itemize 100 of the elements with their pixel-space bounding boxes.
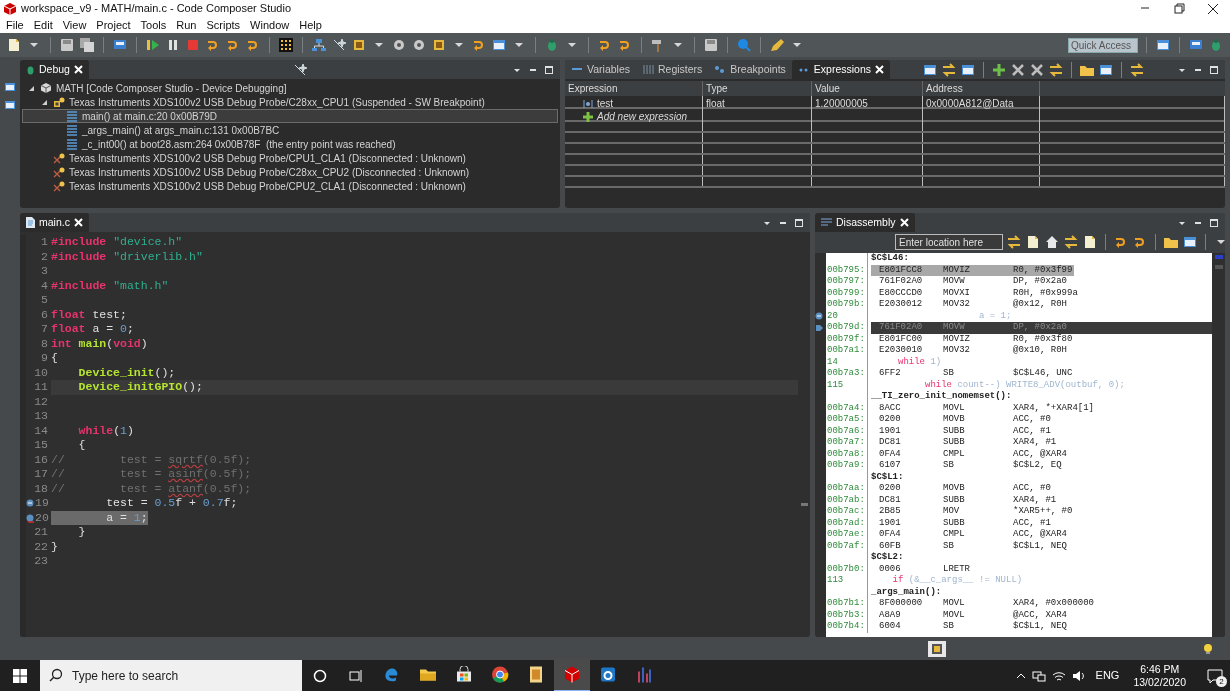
line-number: 17	[34, 467, 48, 482]
quick-access-field[interactable]: Quick Access	[1068, 37, 1138, 53]
line-number: 18	[34, 481, 48, 496]
code-line: #include "driverlib.h"	[51, 249, 203, 264]
clock-time[interactable]: 6:46 PM	[1140, 662, 1180, 676]
instruction-row[interactable]: E2030012 MOV32 @0x12, R0H	[871, 299, 1069, 311]
tab[interactable]: Debug	[20, 60, 89, 79]
tree-row[interactable]: Texas Instruments XDS100v2 USB Debug Probe/CPU2_CLA1 (Disconnected : Unknown)	[22, 179, 558, 193]
instruction-row[interactable]: 0200 MOVB ACC, #0	[871, 483, 1053, 495]
line-number: 14	[827, 356, 838, 367]
instruction-row[interactable]: E80CCCD0 MOVXI R0H, #0x999a	[871, 287, 1080, 299]
address-text: 00b7a6:	[827, 425, 865, 436]
address-text: 00b7a8:	[827, 448, 865, 459]
menu-item[interactable]: Tools	[140, 19, 167, 31]
instruction-row[interactable]: 8ACC MOVL XAR4, *+XAR4[1]	[871, 402, 1096, 414]
tree-row[interactable]: main() at main.c:20 0x00B79D	[22, 109, 558, 123]
line-number: 14	[34, 423, 48, 438]
instruction-row[interactable]: 6004 SB $C$L1, NEQ	[871, 621, 1069, 633]
menu-item[interactable]: Help	[299, 19, 322, 31]
column-header[interactable]: Address	[923, 81, 1040, 96]
menu-item[interactable]: View	[62, 19, 87, 31]
line-number: 5	[41, 293, 48, 308]
address-text: 00b797:	[827, 276, 865, 286]
instruction-row[interactable]: 2B85 MOV *XAR5++, #0	[871, 506, 1075, 518]
code-line: test = 0.5f + 0.7f;	[105, 496, 238, 511]
instruction-row[interactable]: 8F000000 MOVL XAR4, #0x000000	[871, 598, 1096, 610]
address-text: 00b79f:	[827, 333, 865, 344]
address-text: 00b7a9:	[827, 460, 865, 470]
notification-badge: 2	[1216, 676, 1227, 687]
address-text: 00b7b1:	[827, 598, 865, 608]
clock-date[interactable]: 13/02/2020	[1133, 675, 1186, 689]
line-number: 23	[34, 554, 48, 569]
instruction-row[interactable]: E801FC00 MOVIZ R0, #0x3f80	[871, 333, 1075, 345]
instruction-row[interactable]: 0FA4 CMPL ACC, @XAR4	[871, 529, 1069, 541]
tab[interactable]: Registers	[636, 60, 709, 79]
line-number: 15	[34, 438, 48, 453]
instruction-row[interactable]: 0006 LRETR	[871, 563, 1013, 575]
menu-item[interactable]: Edit	[33, 19, 53, 31]
source-line: while count--) WRITE8_ADV(outbuf, 0);	[924, 379, 1125, 391]
language-indicator[interactable]: ENG	[1095, 667, 1120, 684]
tree-row[interactable]: _args_main() at args_main.c:131 0x00B7BC	[22, 123, 558, 137]
column-header[interactable]: Type	[703, 81, 812, 96]
tree-row[interactable]: _c_int00() at boot28.asm:264 0x00B78F (the entry point was reached)	[22, 137, 558, 151]
address-text: 00b795:	[827, 264, 865, 275]
label-text: $C$L1:	[871, 471, 904, 483]
line-number: 22	[34, 539, 48, 554]
line-number: 2	[41, 249, 48, 264]
tree-label: _args_main() at args_main.c:131 0x00B7BC	[82, 123, 280, 138]
instruction-row[interactable]: DC81 SUBB XAR4, #1	[871, 437, 1059, 449]
menu-item[interactable]: Run	[176, 19, 197, 31]
tab[interactable]: Expressions	[791, 60, 890, 79]
line-number: 113	[827, 575, 844, 585]
address-text: 00b7ad:	[827, 517, 865, 528]
instruction-row[interactable]: 0FA4 CMPL ACC, @XAR4	[871, 448, 1069, 460]
line-number: 11	[34, 380, 48, 395]
instruction-row[interactable]: 761F02A0 MOVW DP, #0x2a0	[871, 276, 1069, 288]
tree-row[interactable]: Texas Instruments XDS100v2 USB Debug Probe/CPU1_CLA1 (Disconnected : Unknown)	[22, 151, 558, 165]
tree-label: Texas Instruments XDS100v2 USB Debug Probe/C28xx_CPU1 (Suspended - SW Breakpoint)	[69, 95, 485, 110]
line-number: 1	[41, 235, 48, 250]
menu-item[interactable]: Project	[96, 19, 131, 31]
menu-item[interactable]: Scripts	[206, 19, 241, 31]
add-expression-link[interactable]: Add new expression	[597, 109, 688, 124]
instruction-row[interactable]: 1901 SUBB ACC, #1	[871, 425, 1053, 437]
tab[interactable]: Disassembly	[815, 213, 915, 232]
instruction-row[interactable]: DC81 SUBB XAR4, #1	[871, 494, 1059, 506]
code-line: while(1)	[77, 423, 134, 438]
line-number: 115	[827, 379, 844, 390]
menu-item[interactable]: Window	[250, 19, 290, 31]
address-text: 00b7a1:	[827, 345, 865, 355]
code-line: int main(void)	[51, 336, 148, 351]
instruction-row[interactable]: E801FCC8 MOVIZ R0, #0x3f99	[871, 264, 1075, 276]
tree-label: Texas Instruments XDS100v2 USB Debug Probe/CPU2_CLA1 (Disconnected : Unknown)	[69, 179, 466, 194]
search-field[interactable]: Type here to search	[40, 660, 302, 691]
tab[interactable]: Variables	[565, 60, 636, 79]
code-line: {	[51, 351, 58, 366]
location-field[interactable]: Enter location here	[895, 234, 1003, 250]
menu-item[interactable]: File	[6, 19, 24, 31]
instruction-row[interactable]: E2030010 MOV32 @0x10, R0H	[871, 345, 1069, 357]
address-text: 00b7af:	[827, 540, 865, 551]
instruction-row[interactable]: 6107 SB $C$L2, EQ	[871, 460, 1064, 472]
instruction-row[interactable]: 1901 SUBB ACC, #1	[871, 517, 1053, 529]
tab[interactable]: main.c	[20, 213, 89, 232]
instruction-row[interactable]: 60FB SB $C$L1, NEQ	[871, 540, 1069, 552]
line-number: 12	[34, 394, 48, 409]
address-text: 00b799:	[827, 287, 865, 298]
instruction-row[interactable]: A8A9 MOVL @ACC, XAR4	[871, 609, 1069, 621]
tree-row[interactable]: Texas Instruments XDS100v2 USB Debug Probe/C28xx_CPU2 (Disconnected : Unknown)	[22, 165, 558, 179]
address-text: 00b7a7:	[827, 437, 865, 447]
tree-row[interactable]: MATH [Code Composer Studio - Device Debugging]	[22, 81, 558, 95]
tree-row[interactable]: Texas Instruments XDS100v2 USB Debug Probe/C28xx_CPU1 (Suspended - SW Breakpoint)	[22, 95, 558, 109]
address-text: 00b7b0:	[827, 563, 865, 574]
instruction-row[interactable]: 0200 MOVB ACC, #0	[871, 414, 1053, 426]
label-text: __TI_zero_init_nomemset():	[871, 391, 1012, 403]
line-number: 19	[35, 496, 49, 511]
instruction-row[interactable]: 6FF2 SB $C$L46, UNC	[871, 368, 1075, 380]
column-header[interactable]: Value	[812, 81, 923, 96]
line-number: 10	[34, 365, 48, 380]
column-header[interactable]: Expression	[565, 81, 703, 96]
tab[interactable]: Breakpoints	[708, 60, 792, 79]
line-number: 20	[35, 510, 49, 525]
